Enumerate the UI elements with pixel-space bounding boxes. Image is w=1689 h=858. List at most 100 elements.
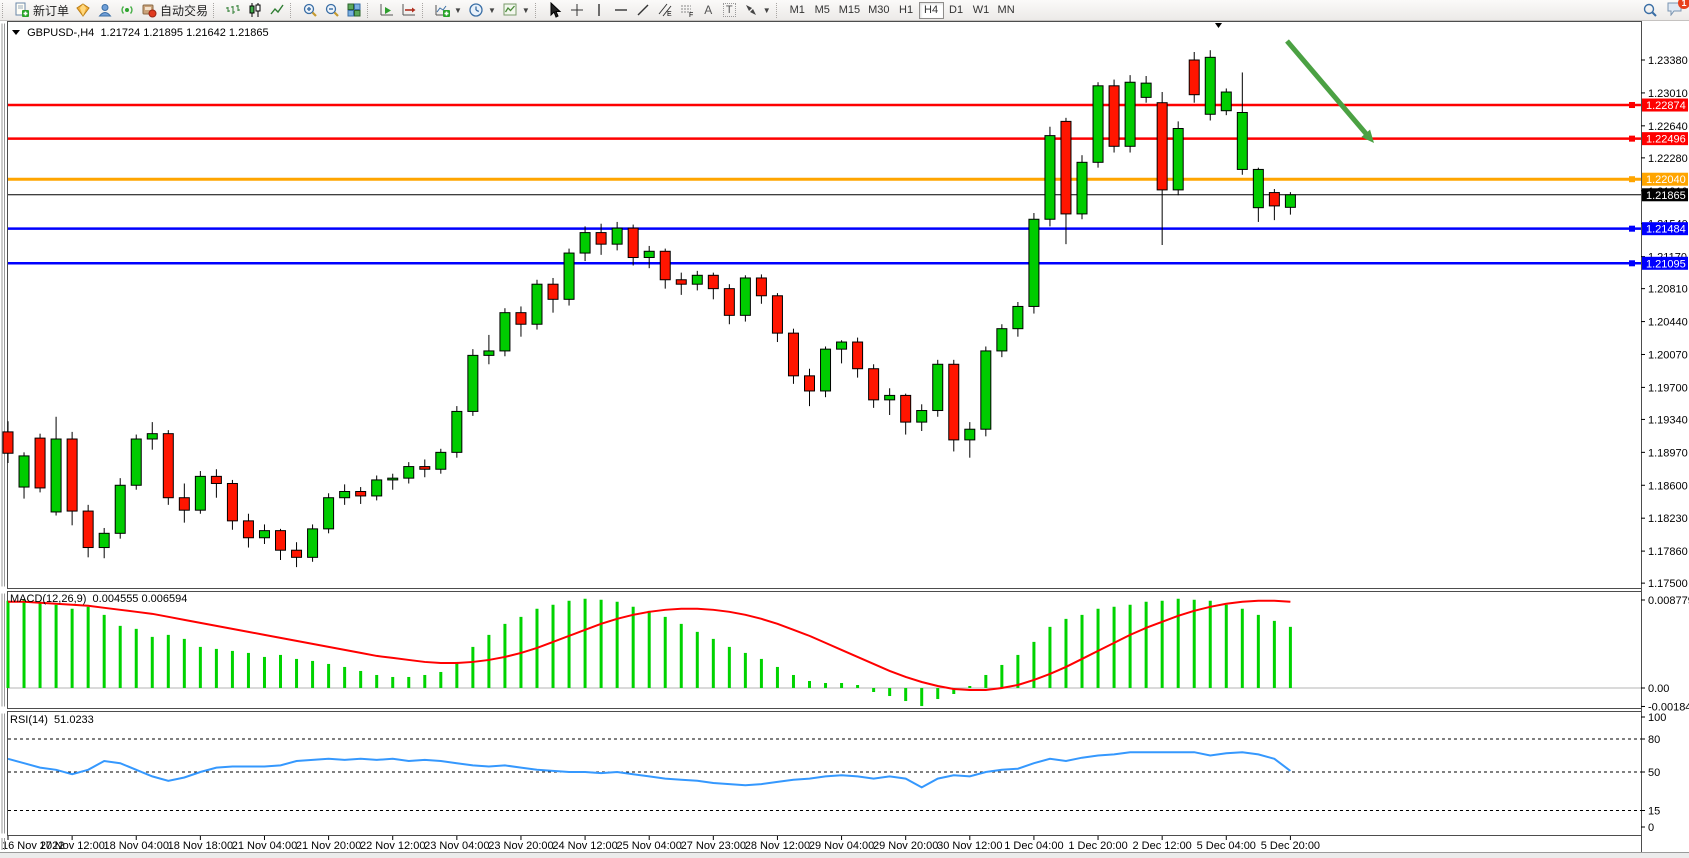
candle-body: [147, 434, 157, 439]
candle-body: [276, 531, 286, 551]
toolbar-grip[interactable]: [535, 3, 541, 18]
candle-body: [243, 521, 253, 538]
fibonacci-tool-button[interactable]: F: [676, 1, 698, 20]
add-indicator-icon: [434, 2, 450, 18]
time-tick-label: 24 Nov 12:00: [552, 840, 617, 852]
candle-body: [628, 228, 638, 257]
zoom-out-button[interactable]: [321, 1, 343, 20]
timeframe-button-m1[interactable]: M1: [785, 2, 810, 19]
candle-body: [1045, 136, 1055, 220]
cursor-tool-button[interactable]: [544, 1, 566, 20]
timeframe-button-m15[interactable]: M15: [835, 2, 864, 19]
time-tick-label: 29 Nov 20:00: [873, 840, 938, 852]
text-icon: A: [704, 3, 712, 17]
price-chart[interactable]: 1.233801.230101.226401.222801.219101.215…: [0, 21, 1689, 858]
time-tick-label: 2 Dec 12:00: [1132, 840, 1191, 852]
symbol-dropdown-icon[interactable]: [12, 30, 20, 35]
candle-body: [1269, 193, 1279, 206]
candle-body: [115, 485, 125, 533]
toolbar-grip[interactable]: [213, 3, 219, 18]
rsi-tick-label: 100: [1648, 712, 1666, 724]
line-handle[interactable]: [1629, 102, 1635, 108]
notification-badge: 1: [1678, 0, 1689, 9]
symbol-info-bar[interactable]: GBPUSD-,H4 1.21724 1.21895 1.21642 1.218…: [12, 27, 269, 39]
vline-tool-button[interactable]: [588, 1, 610, 20]
auto-trading-icon: [141, 2, 157, 18]
toolbar-grip[interactable]: [367, 3, 373, 18]
candle-body: [1221, 92, 1231, 111]
candle-body: [1061, 121, 1071, 214]
svg-text:E: E: [667, 11, 672, 18]
candle-body: [484, 351, 494, 355]
zoom-in-button[interactable]: [299, 1, 321, 20]
timeframe-button-m5[interactable]: M5: [810, 2, 835, 19]
cursor-icon: [547, 2, 563, 18]
period-button[interactable]: ▼: [465, 1, 499, 20]
time-tick-label: 21 Nov 04:00: [232, 840, 297, 852]
add-indicator-button[interactable]: ▼: [431, 1, 465, 20]
auto-scroll-button[interactable]: [376, 1, 398, 20]
text-tool-button[interactable]: A: [698, 1, 719, 20]
candle-body: [756, 278, 766, 296]
shapes-tool-button[interactable]: ▼: [740, 1, 774, 20]
candle-body: [708, 275, 718, 288]
template-button[interactable]: ▼: [499, 1, 533, 20]
new-order-label: 新订单: [33, 2, 69, 19]
chevron-down-icon: ▼: [763, 6, 771, 15]
candle-chart-icon: [247, 2, 263, 18]
chart-window: 1.233801.230101.226401.222801.219101.215…: [0, 21, 1689, 858]
candle-body: [1013, 306, 1023, 328]
timeframe-button-h1[interactable]: H1: [894, 2, 919, 19]
time-tick-label: 23 Nov 04:00: [424, 840, 489, 852]
navigator-button[interactable]: [94, 1, 116, 20]
crosshair-tool-button[interactable]: [566, 1, 588, 20]
notifications-button[interactable]: 1: [1666, 1, 1683, 19]
new-order-button[interactable]: 新订单: [11, 1, 72, 20]
tile-windows-button[interactable]: [343, 1, 365, 20]
candle-body: [195, 476, 205, 510]
candle-body: [1253, 169, 1263, 207]
line-handle[interactable]: [1629, 176, 1635, 182]
candle-body: [724, 289, 734, 316]
candle-body: [292, 550, 302, 557]
candle-body: [676, 280, 686, 284]
search-icon[interactable]: [1642, 2, 1658, 18]
rsi-indicator-label: RSI(14) 51.0233: [10, 714, 94, 726]
chart-shift-button[interactable]: [398, 1, 420, 20]
timeframe-button-w1[interactable]: W1: [969, 2, 994, 19]
line-chart-button[interactable]: [266, 1, 288, 20]
line-handle[interactable]: [1629, 226, 1635, 232]
signals-button[interactable]: [116, 1, 138, 20]
candle-body: [1189, 60, 1199, 95]
label-tool-button[interactable]: T: [719, 1, 740, 20]
toolbar-grip[interactable]: [776, 3, 782, 18]
symbol-ohlc: 1.21724 1.21895 1.21642 1.21865: [100, 27, 268, 39]
channel-tool-button[interactable]: E: [654, 1, 676, 20]
timeframe-button-d1[interactable]: D1: [944, 2, 969, 19]
candle-chart-button[interactable]: [244, 1, 266, 20]
hline-tool-button[interactable]: [610, 1, 632, 20]
line-handle[interactable]: [1629, 260, 1635, 266]
toolbar-grip[interactable]: [422, 3, 428, 18]
navigator-icon: [97, 2, 113, 18]
line-handle[interactable]: [1629, 136, 1635, 142]
time-tick-label: 23 Nov 20:00: [488, 840, 553, 852]
trendline-tool-button[interactable]: [632, 1, 654, 20]
toolbar-grip[interactable]: [2, 3, 8, 18]
candle-body: [163, 434, 173, 498]
market-watch-button[interactable]: [72, 1, 94, 20]
candle-body: [1109, 86, 1119, 146]
timeframe-button-mn[interactable]: MN: [994, 2, 1019, 19]
price-badge-label: 1.22496: [1646, 134, 1686, 146]
timeframe-button-h4[interactable]: H4: [919, 2, 944, 19]
bar-chart-button[interactable]: [222, 1, 244, 20]
auto-trading-button[interactable]: 自动交易: [138, 1, 211, 20]
price-tick-label: 1.23380: [1648, 55, 1688, 67]
timeframe-button-m30[interactable]: M30: [864, 2, 893, 19]
zoom-out-icon: [324, 2, 340, 18]
chevron-down-icon: ▼: [522, 6, 530, 15]
candle-body: [516, 313, 526, 325]
time-tick-label: 30 Nov 12:00: [937, 840, 1002, 852]
time-tick-label: 27 Nov 23:00: [681, 840, 746, 852]
toolbar-grip[interactable]: [290, 3, 296, 18]
